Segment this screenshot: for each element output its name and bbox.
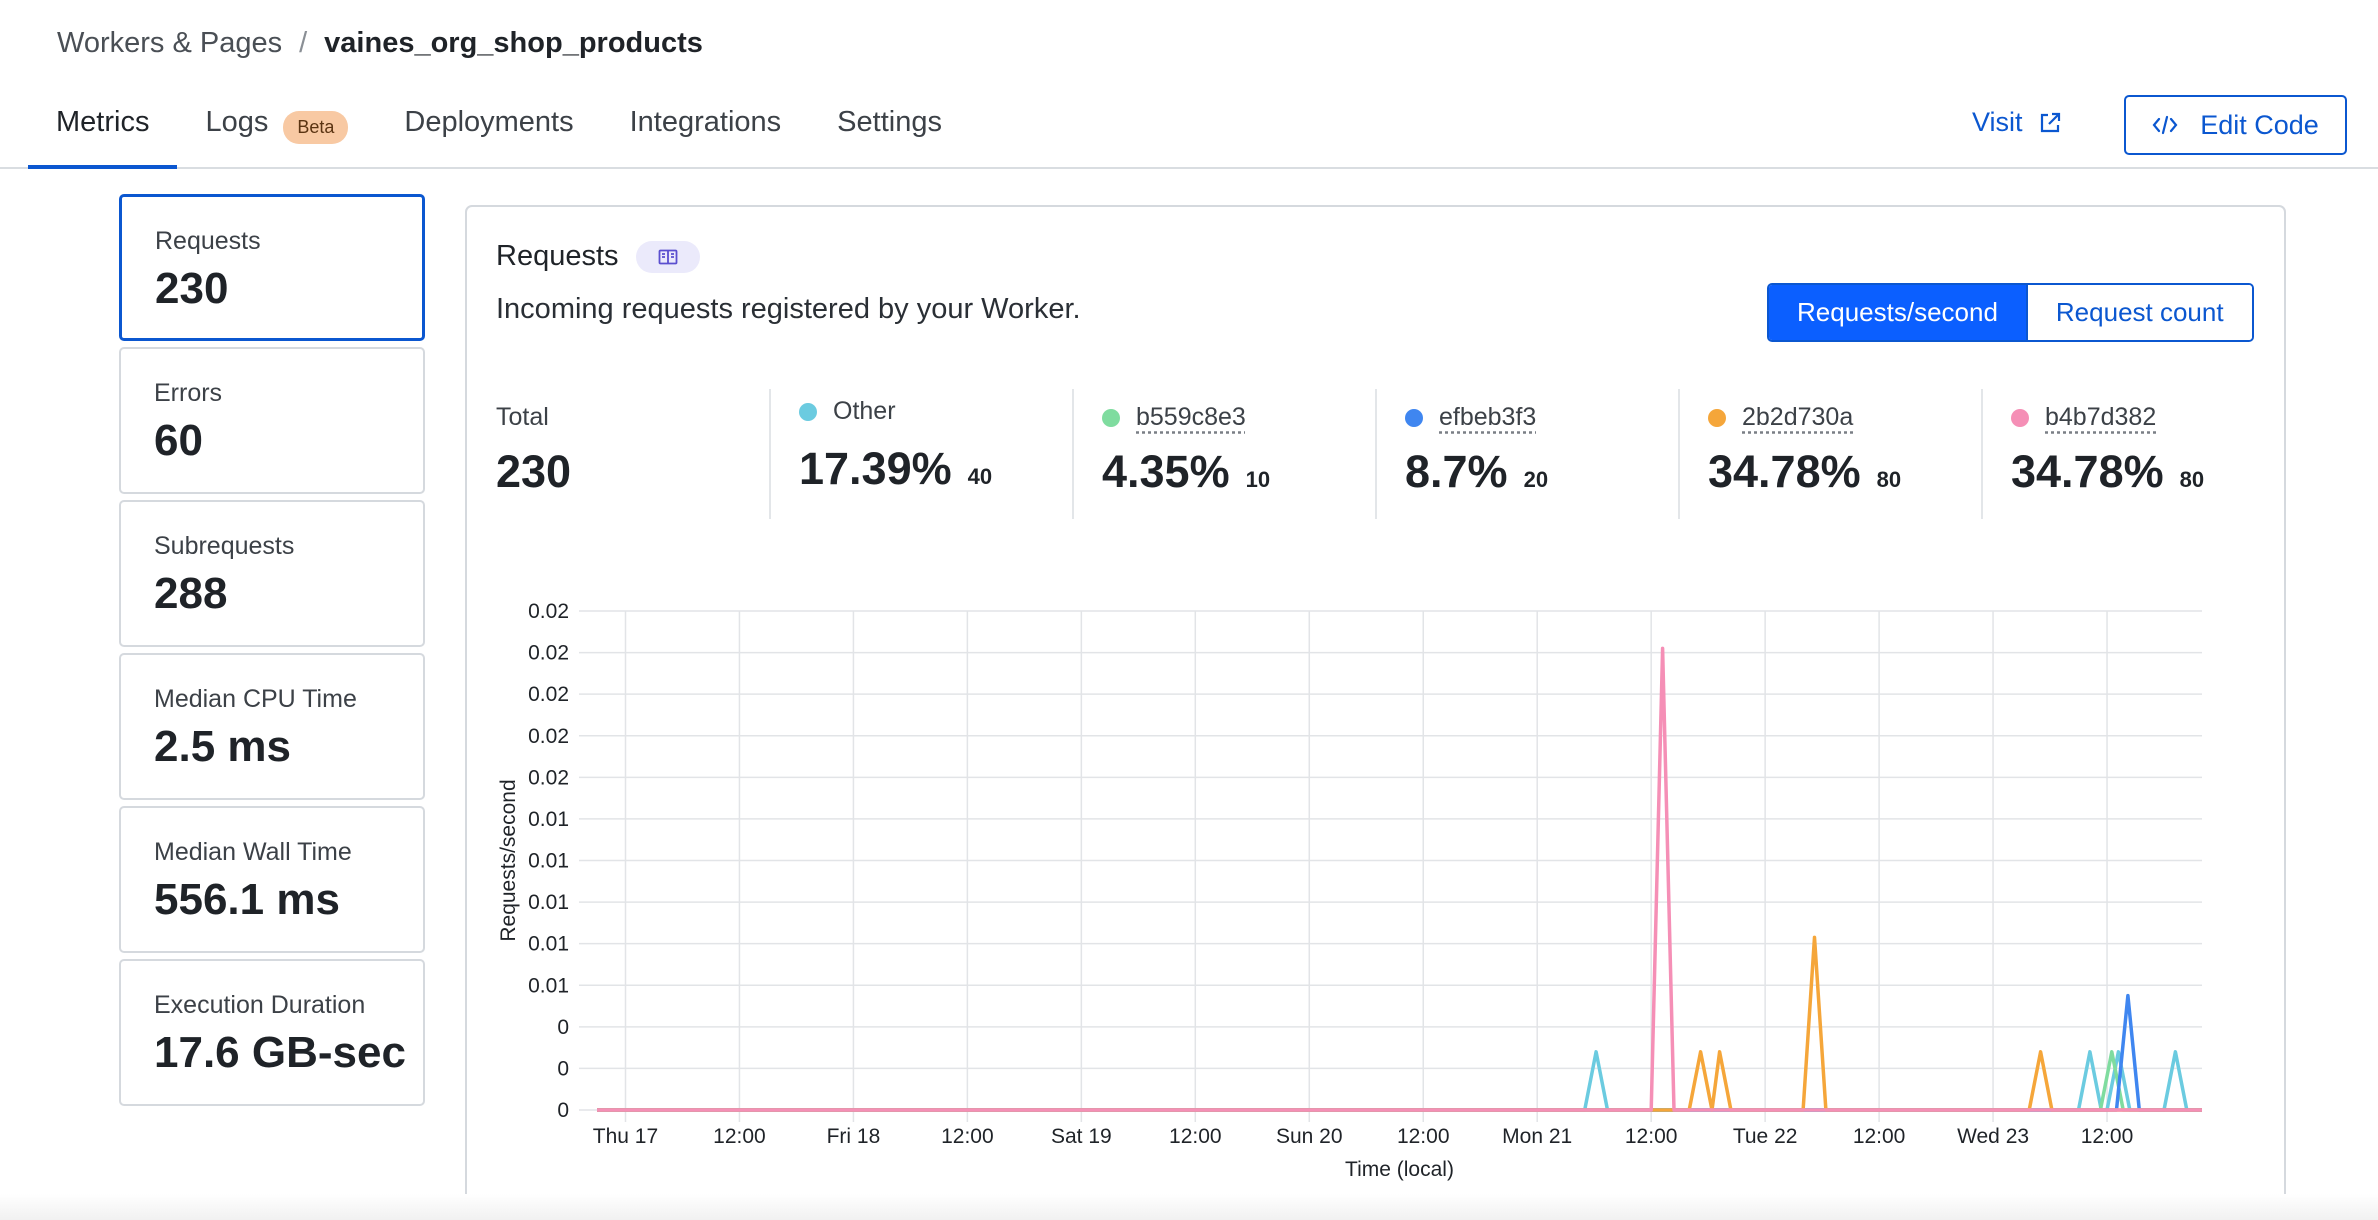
y-tick-label: 0 — [557, 1057, 569, 1080]
x-tick-label: Sun 20 — [1276, 1125, 1343, 1148]
y-tick-label: 0.02 — [528, 766, 569, 789]
metric-label: Subrequests — [154, 532, 295, 560]
visit-link[interactable]: Visit — [1972, 107, 2061, 138]
breadcrumb-separator: / — [299, 27, 308, 59]
edit-code-button[interactable]: Edit Code — [2124, 95, 2347, 155]
page-bottom-shade — [0, 1194, 2378, 1220]
x-tick-label: 12:00 — [1625, 1125, 1678, 1148]
y-tick-label: 0.01 — [528, 808, 569, 831]
series-line-2b2d730a — [597, 935, 2202, 1112]
metric-label: Execution Duration — [154, 991, 366, 1019]
tab-integrations[interactable]: Integrations — [602, 88, 810, 169]
y-tick-label: 0.01 — [528, 850, 569, 873]
x-tick-label: 12:00 — [1853, 1125, 1906, 1148]
series-line-b4b7d382 — [597, 646, 2202, 1112]
metric-value: 60 — [154, 416, 203, 465]
requests-panel: Requests Incoming requests registered by… — [465, 205, 2286, 1212]
metric-card-median-wall-time[interactable]: Median Wall Time 556.1 ms — [119, 806, 425, 953]
metric-label: Median CPU Time — [154, 685, 357, 713]
series-line-efbeb3f3 — [597, 993, 2202, 1112]
x-tick-label: Sat 19 — [1051, 1125, 1112, 1148]
x-tick-label: Fri 18 — [827, 1125, 881, 1148]
tab-deployments[interactable]: Deployments — [376, 88, 601, 169]
tab-logs[interactable]: Logs Beta — [177, 88, 376, 169]
x-tick-label: Thu 17 — [593, 1125, 658, 1148]
y-tick-label: 0 — [557, 1099, 569, 1122]
visit-label: Visit — [1972, 107, 2023, 137]
y-tick-label: 0.02 — [528, 600, 569, 623]
beta-badge: Beta — [283, 111, 349, 144]
tab-logs-label: Logs — [205, 106, 269, 138]
x-tick-label: 12:00 — [2081, 1125, 2134, 1148]
tab-deployments-label: Deployments — [404, 106, 574, 138]
tab-integrations-label: Integrations — [629, 106, 782, 138]
metric-card-errors[interactable]: Errors 60 — [119, 347, 425, 494]
y-tick-label: 0 — [557, 1016, 569, 1039]
metric-label: Requests — [155, 227, 261, 255]
metric-card-requests[interactable]: Requests 230 — [119, 194, 425, 341]
tab-metrics[interactable]: Metrics — [28, 88, 178, 169]
y-tick-label: 0.01 — [528, 891, 569, 914]
series-line-b559c8e3 — [597, 1050, 2202, 1112]
series-line-Other — [597, 1050, 2202, 1112]
breadcrumb: Workers & Pages / vaines_org_shop_produc… — [57, 27, 703, 60]
y-tick-label: 0.01 — [528, 974, 569, 997]
y-tick-label: 0.02 — [528, 642, 569, 665]
x-tick-label: Tue 22 — [1733, 1125, 1798, 1148]
metric-value: 17.6 GB-sec — [154, 1028, 406, 1077]
x-tick-label: 12:00 — [1169, 1125, 1222, 1148]
x-tick-label: Wed 23 — [1957, 1125, 2029, 1148]
x-tick-label: 12:00 — [1397, 1125, 1450, 1148]
tab-settings[interactable]: Settings — [809, 88, 970, 169]
metric-label: Median Wall Time — [154, 838, 352, 866]
breadcrumb-current: vaines_org_shop_products — [324, 27, 703, 59]
requests-line-chart[interactable]: 0 0 0 0.01 0.01 0.01 0.01 0.01 0.02 0.02 0.02 0.02 0… — [467, 207, 2284, 1210]
tab-bar: Metrics Logs Beta Deployments Integration… — [28, 88, 970, 169]
x-axis-title: Time (local) — [1345, 1158, 1454, 1181]
metric-card-subrequests[interactable]: Subrequests 288 — [119, 500, 425, 647]
breadcrumb-parent-link[interactable]: Workers & Pages — [57, 27, 282, 60]
metric-card-execution-duration[interactable]: Execution Duration 17.6 GB-sec — [119, 959, 425, 1106]
y-axis-title: Requests/second — [497, 779, 520, 941]
tab-metrics-label: Metrics — [56, 106, 150, 138]
metric-value: 288 — [154, 569, 228, 618]
metric-card-median-cpu-time[interactable]: Median CPU Time 2.5 ms — [119, 653, 425, 800]
x-tick-label: Mon 21 — [1502, 1125, 1572, 1148]
metric-value: 230 — [155, 264, 229, 313]
external-link-icon — [2040, 112, 2060, 132]
metric-value: 556.1 ms — [154, 875, 340, 924]
y-tick-label: 0.01 — [528, 933, 569, 956]
edit-code-label: Edit Code — [2200, 109, 2319, 140]
x-tick-label: 12:00 — [713, 1125, 766, 1148]
y-tick-label: 0.02 — [528, 725, 569, 748]
metric-value: 2.5 ms — [154, 722, 291, 771]
metric-label: Errors — [154, 379, 223, 407]
x-tick-label: 12:00 — [941, 1125, 994, 1148]
tab-settings-label: Settings — [837, 106, 942, 138]
code-icon — [2152, 115, 2178, 135]
y-tick-label: 0.02 — [528, 683, 569, 706]
